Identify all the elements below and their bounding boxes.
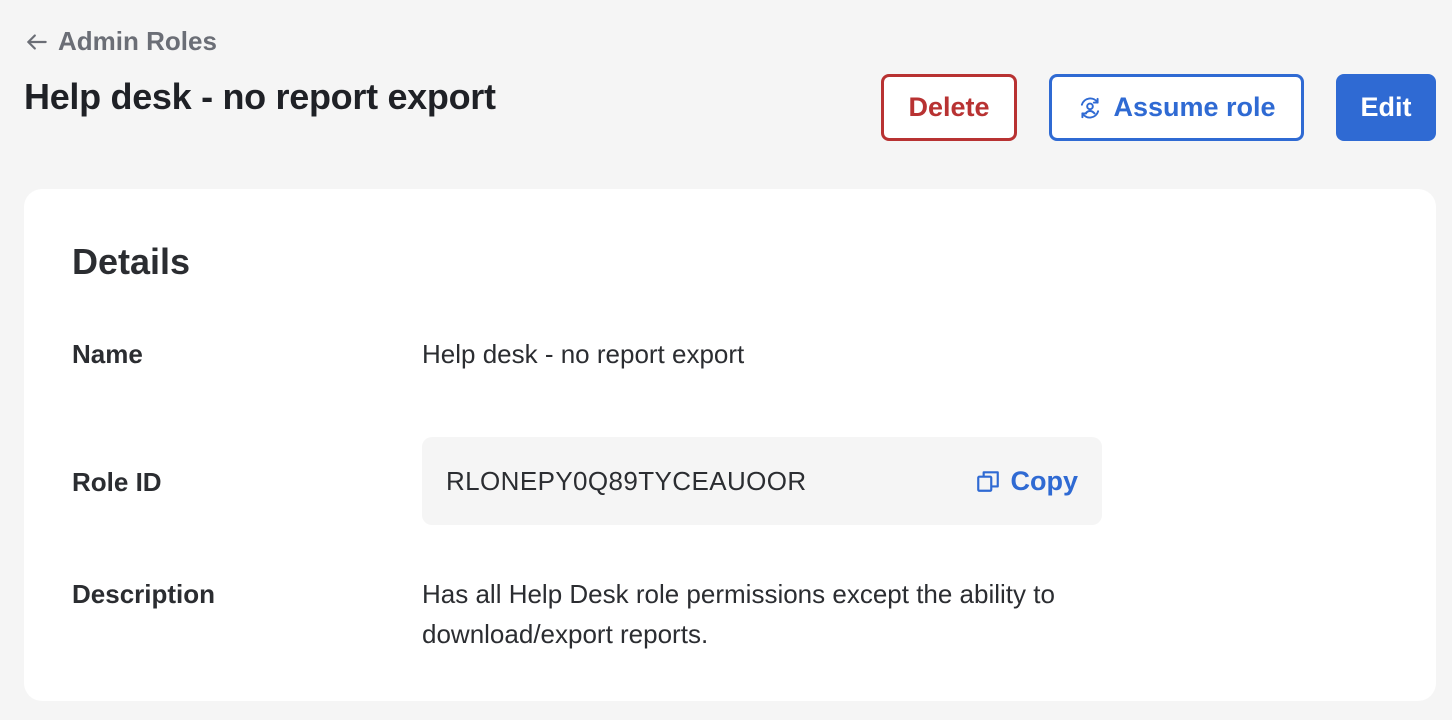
details-title: Details xyxy=(72,241,191,282)
back-link[interactable]: Admin Roles xyxy=(24,26,217,57)
assume-role-button[interactable]: Assume role xyxy=(1049,74,1304,141)
role-id-value: RLONEPY0Q89TYCEAUOOR xyxy=(446,465,807,496)
page-title: Help desk - no report export xyxy=(24,76,496,117)
arrow-left-icon xyxy=(24,29,50,55)
delete-button[interactable]: Delete xyxy=(881,74,1017,141)
assume-role-button-label: Assume role xyxy=(1113,92,1276,122)
user-switch-icon xyxy=(1077,95,1103,121)
name-value: Help desk - no report export xyxy=(422,339,745,369)
edit-button-label: Edit xyxy=(1360,92,1412,122)
name-label: Name xyxy=(72,339,143,369)
details-card: Details Name Help desk - no report expor… xyxy=(24,189,1436,701)
page: Admin Roles Help desk - no report export… xyxy=(0,0,1452,720)
edit-button[interactable]: Edit xyxy=(1336,74,1436,141)
description-label: Description xyxy=(72,579,216,609)
copy-button-label: Copy xyxy=(1010,465,1079,496)
role-id-label: Role ID xyxy=(72,467,162,497)
header-actions: Delete Assume role Edit xyxy=(881,74,1436,141)
description-value: Has all Help Desk role permissions excep… xyxy=(422,579,1055,649)
copy-icon xyxy=(975,468,1001,494)
role-id-box: RLONEPY0Q89TYCEAUOOR Copy xyxy=(422,437,1102,525)
delete-button-label: Delete xyxy=(908,92,990,122)
copy-button[interactable]: Copy xyxy=(975,465,1079,497)
back-link-label: Admin Roles xyxy=(58,26,217,56)
